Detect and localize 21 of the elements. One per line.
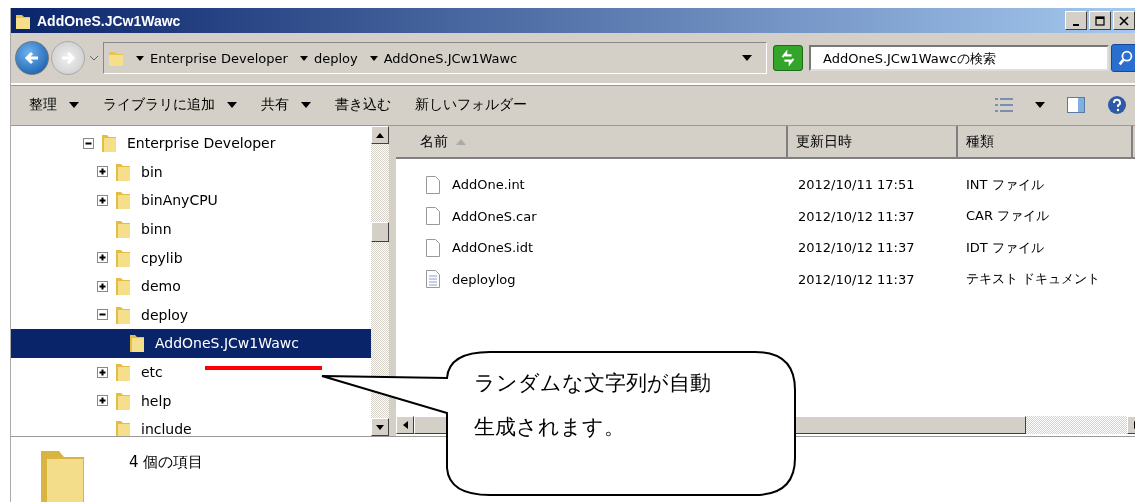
tree-label: AddOneS.JCw1Wawc — [155, 335, 299, 352]
tree-label: bin — [141, 163, 163, 180]
tree-label: include — [141, 421, 192, 436]
tree-label: demo — [141, 278, 181, 295]
tree-label: cpylib — [141, 249, 183, 266]
tree-label: Enterprise Developer — [127, 135, 276, 152]
tree-label: deploy — [141, 306, 189, 323]
tree-label: help — [141, 392, 172, 409]
table-cell-text: CAR ファイル — [965, 207, 1051, 226]
table-cell-text: 2012/10/11 17:51 — [797, 177, 916, 193]
tree-label: etc — [141, 364, 163, 381]
table-cell-text: 2012/10/12 11:37 — [797, 208, 916, 224]
table-cell-text: 2012/10/12 11:37 — [797, 240, 916, 256]
status-text: 4 個の項目 — [129, 453, 204, 472]
window-title: AddOneS.JCw1Wawc — [37, 12, 181, 29]
table-cell-text: IDT ファイル — [965, 238, 1045, 257]
table-cell-text: 2012/10/12 11:37 — [797, 271, 916, 287]
tree-label: binAnyCPU — [141, 192, 218, 209]
table-cell-text: テキスト ドキュメント — [965, 270, 1102, 289]
table-cell-text: INT ファイル — [965, 175, 1045, 194]
tree-label: binn — [141, 221, 172, 238]
